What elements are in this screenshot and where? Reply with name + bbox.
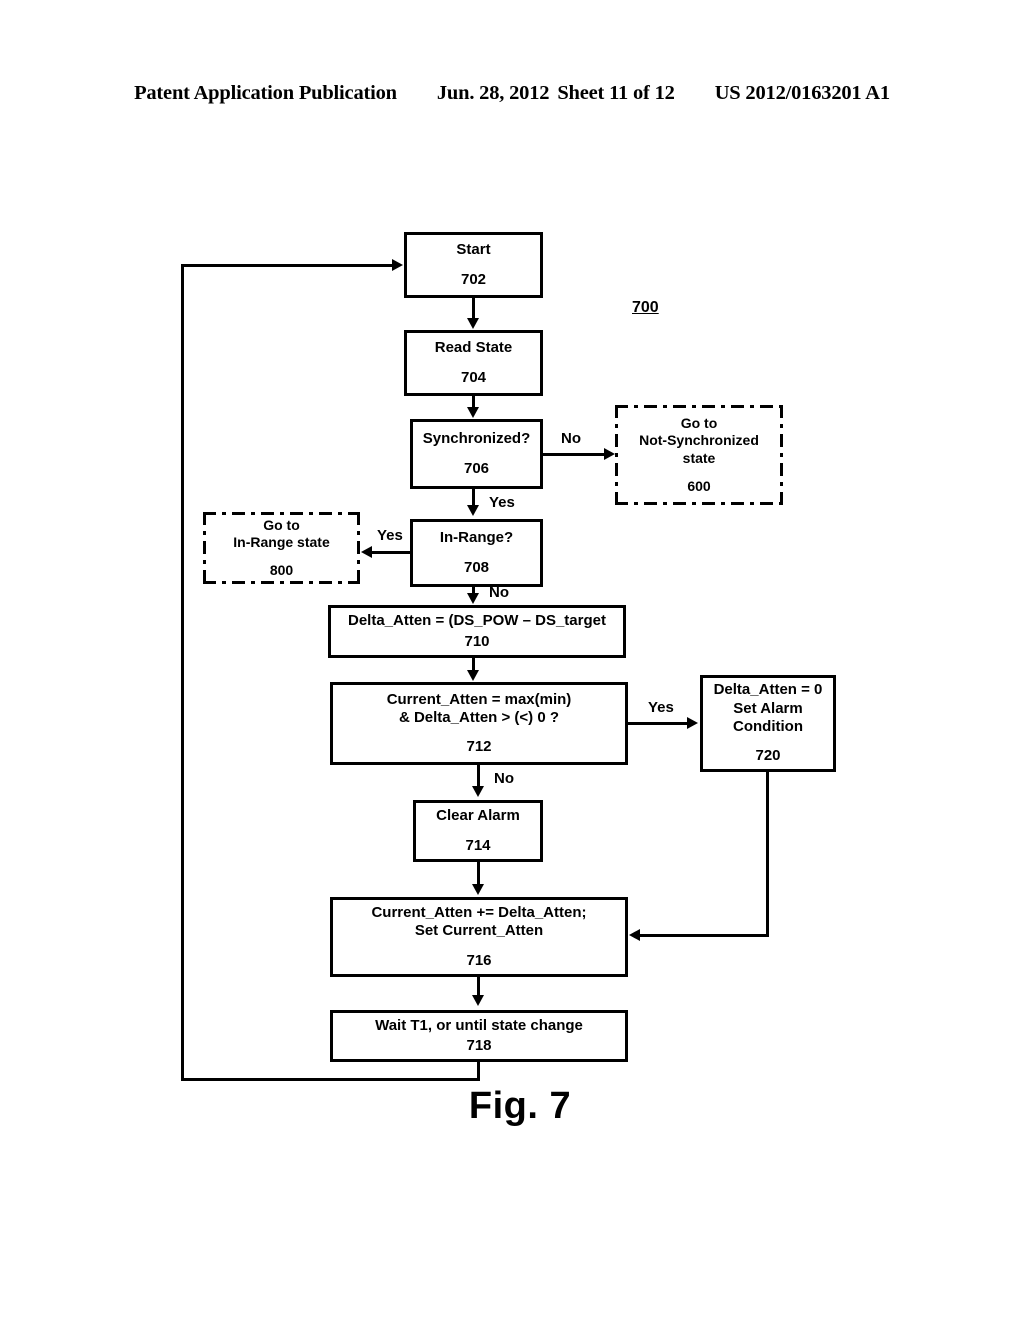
node-synchronized-ref: 706	[463, 459, 490, 477]
node-set-alarm-condition-ref: 720	[755, 747, 781, 765]
arrowhead-set-alarm-to-update	[629, 929, 640, 941]
arrowhead-check-yes	[687, 717, 698, 729]
connector-feedback-up	[181, 264, 184, 1081]
node-current-atten-decision-text: Current_Atten = max(min) & Delta_Atten >…	[386, 690, 572, 726]
arrowhead-read-state-to-synchronized	[467, 407, 479, 418]
connector-feedback-left	[181, 1078, 480, 1081]
node-synchronized-decision: Synchronized? 706	[410, 419, 543, 489]
node-update-current-atten-ref: 716	[466, 951, 492, 969]
node-delta-atten-ref: 710	[464, 632, 490, 650]
node-in-range-text: In-Range?	[439, 529, 514, 547]
connector-feedback-to-start	[181, 264, 394, 267]
edge-label-in-range-no: No	[489, 584, 509, 601]
node-set-alarm-condition: Delta_Atten = 0 Set Alarm Condition 720	[700, 675, 836, 772]
connector-check-no	[477, 765, 480, 788]
node-clear-alarm: Clear Alarm 714	[413, 800, 543, 862]
node-current-atten-decision: Current_Atten = max(min) & Delta_Atten >…	[330, 682, 628, 765]
flowchart-figure: 700 Start 702 Read State 704 Synchronize…	[0, 0, 1024, 1320]
node-goto-not-synchronized-text: Go to Not-Synchronized state	[639, 415, 759, 466]
node-delta-atten: Delta_Atten = (DS_POW – DS_target 710	[328, 605, 626, 658]
node-goto-in-range-ref: 800	[269, 562, 294, 579]
arrowhead-synchronized-no	[604, 448, 615, 460]
node-read-state-ref: 704	[460, 368, 487, 386]
node-goto-not-synchronized-state: Go to Not-Synchronized state 600	[615, 405, 783, 505]
arrowhead-delta-atten-to-check	[467, 670, 479, 681]
connector-start-to-read-state	[472, 298, 475, 320]
node-clear-alarm-text: Clear Alarm	[436, 807, 520, 825]
node-wait-t1-ref: 718	[466, 1037, 492, 1054]
node-set-alarm-condition-text: Delta_Atten = 0 Set Alarm Condition	[713, 681, 823, 735]
connector-update-to-wait	[477, 977, 480, 997]
arrowhead-in-range-yes	[361, 546, 372, 558]
edge-label-check-yes: Yes	[648, 699, 674, 716]
node-wait-t1-text: Wait T1, or until state change	[375, 1016, 583, 1034]
edge-label-synchronized-yes: Yes	[489, 494, 515, 511]
edge-label-check-no: No	[494, 770, 514, 787]
connector-set-alarm-down	[766, 772, 769, 937]
connector-clear-alarm-to-update	[477, 862, 480, 886]
diagram-reference-700: 700	[632, 299, 659, 316]
node-current-atten-decision-ref: 712	[466, 738, 492, 756]
node-update-current-atten: Current_Atten += Delta_Atten; Set Curren…	[330, 897, 628, 977]
node-update-current-atten-text: Current_Atten += Delta_Atten; Set Curren…	[371, 904, 587, 940]
node-goto-in-range-state: Go to In-Range state 800	[203, 512, 360, 584]
node-read-state: Read State 704	[404, 330, 543, 396]
node-synchronized-text: Synchronized?	[422, 430, 531, 448]
connector-check-yes	[628, 722, 688, 725]
arrowhead-synchronized-yes	[467, 505, 479, 516]
node-delta-atten-text: Delta_Atten = (DS_POW – DS_target	[348, 612, 606, 630]
figure-caption: Fig. 7	[468, 1085, 572, 1127]
arrowhead-feedback-to-start	[392, 259, 403, 271]
node-in-range-decision: In-Range? 708	[410, 519, 543, 587]
node-clear-alarm-ref: 714	[465, 836, 491, 854]
connector-set-alarm-to-update	[640, 934, 769, 937]
node-read-state-text: Read State	[434, 339, 513, 357]
arrowhead-check-no	[472, 786, 484, 797]
connector-in-range-yes	[372, 551, 410, 554]
edge-label-in-range-yes: Yes	[377, 527, 403, 544]
node-goto-in-range-text: Go to In-Range state	[233, 516, 330, 550]
node-wait-t1: Wait T1, or until state change 718	[330, 1010, 628, 1062]
arrowhead-clear-alarm-to-update	[472, 884, 484, 895]
arrowhead-in-range-no	[467, 593, 479, 604]
edge-label-synchronized-no: No	[561, 430, 581, 447]
connector-synchronized-no	[543, 453, 606, 456]
node-start-ref: 702	[460, 270, 487, 288]
node-start-text: Start	[456, 241, 491, 259]
node-goto-not-synchronized-ref: 600	[687, 477, 711, 494]
node-in-range-ref: 708	[463, 558, 490, 576]
arrowhead-start-to-read-state	[467, 318, 479, 329]
node-start: Start 702	[404, 232, 543, 298]
arrowhead-update-to-wait	[472, 995, 484, 1006]
